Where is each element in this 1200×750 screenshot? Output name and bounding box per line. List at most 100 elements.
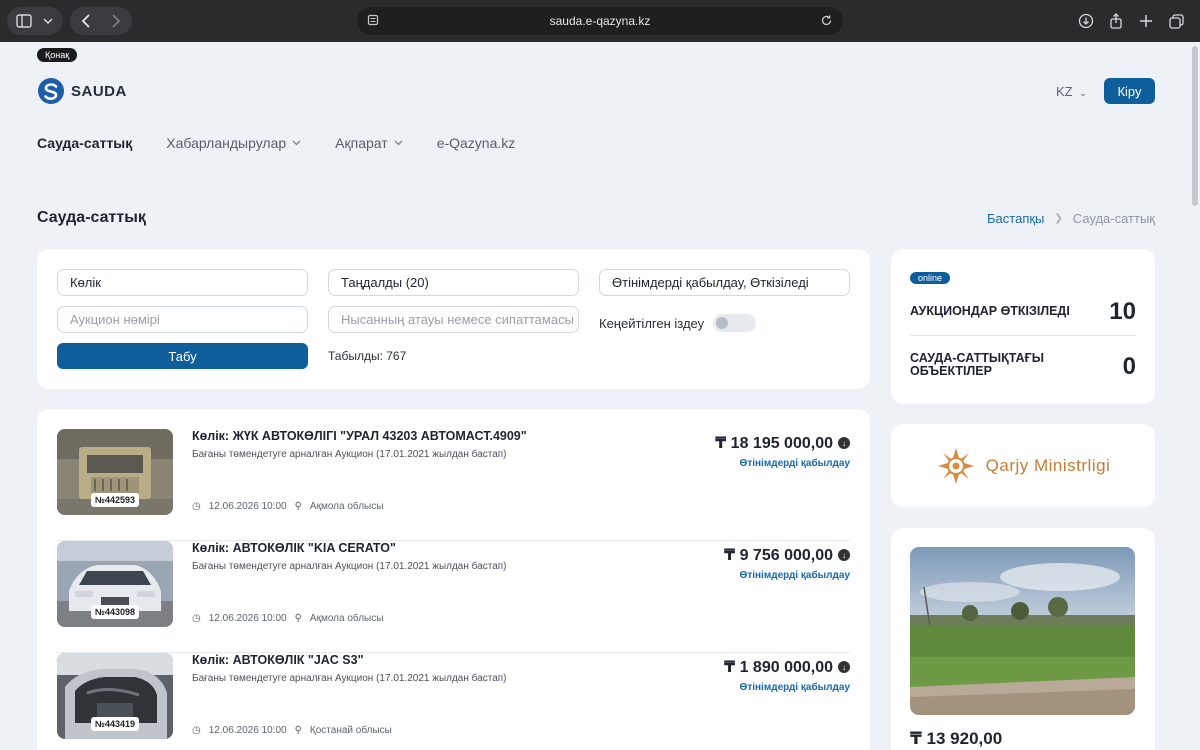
auctions-label: АУКЦИОНДАР ӨТКІЗІЛЕДІ: [910, 304, 1070, 318]
advanced-search-toggle[interactable]: [713, 314, 756, 332]
back-icon[interactable]: [72, 7, 100, 35]
subcategory-select[interactable]: Таңдалды (20): [328, 269, 579, 296]
page-title: Сауда-саттық: [37, 209, 146, 226]
lot-datetime: 12.06.2026 10:00: [208, 501, 287, 512]
lot-price: ₸ 9 756 000,00 ↓: [724, 545, 850, 565]
lot-item[interactable]: №443419 Көлік: АВТОКӨЛІК "JAC S3" Бағаны…: [57, 653, 850, 750]
lot-item[interactable]: №442593 Көлік: ЖҮК АВТОКӨЛІГІ "УРАЛ 4320…: [57, 429, 850, 541]
lot-meta: ◷ 12.06.2026 10:00 ⚲ Ақмола облысы: [192, 501, 383, 512]
lot-title[interactable]: Көлік: АВТОКӨЛІК "KIA CERATO": [192, 541, 396, 555]
ministry-text: Qarjy Ministrligi: [985, 455, 1111, 475]
url-text: sauda.e-qazyna.kz: [549, 14, 651, 28]
tab-overview-icon[interactable]: [1162, 7, 1190, 35]
lot-number-badge: №443098: [91, 605, 140, 619]
nav-label: Сауда-саттық: [37, 135, 133, 151]
auctions-count: 10: [1109, 298, 1136, 325]
page-scrollbar[interactable]: [1192, 46, 1198, 206]
ministry-banner[interactable]: Qarjy Ministrligi: [891, 424, 1155, 507]
nav-item-eqazyna[interactable]: e-Qazyna.kz: [437, 135, 516, 151]
ministry-emblem-icon: [937, 447, 974, 484]
language-label: KZ: [1056, 84, 1073, 99]
lot-number-badge: №442593: [91, 493, 140, 507]
clock-icon: ◷: [192, 725, 201, 736]
lot-item[interactable]: №443098 Көлік: АВТОКӨЛІК "KIA CERATO" Ба…: [57, 541, 850, 653]
login-button[interactable]: Кіру: [1104, 78, 1155, 104]
lot-status: Өтінімдерді қабылдау: [739, 570, 850, 581]
divider: [910, 335, 1136, 336]
lot-auction-type: Бағаны төмендетуге арналған Аукцион (17.…: [192, 449, 507, 460]
nav-item-information[interactable]: Ақпарат: [335, 135, 403, 151]
results-count: Табылды: 767: [328, 349, 407, 363]
nav-item-announcements[interactable]: Хабарландырулар: [166, 135, 301, 151]
lot-price: ₸ 1 890 000,00 ↓: [724, 657, 850, 677]
filter-panel: Көлік Таңдалды (20) Өтінімдерді қабылдау…: [37, 249, 870, 389]
share-icon[interactable]: [1102, 7, 1130, 35]
lot-datetime: 12.06.2026 10:00: [208, 725, 287, 736]
lot-price-value: ₸ 18 195 000,00: [715, 435, 833, 452]
download-icon[interactable]: ↓: [838, 437, 850, 449]
lot-number-badge: №443419: [91, 717, 140, 731]
nav-item-trading[interactable]: Сауда-саттық: [37, 135, 132, 151]
chevron-down-icon[interactable]: [34, 7, 62, 35]
sauda-logo-icon: [38, 78, 64, 104]
download-icon[interactable]: ↓: [838, 549, 850, 561]
guest-badge: Қонақ: [37, 48, 78, 62]
lot-price: ₸ 18 195 000,00 ↓: [715, 433, 850, 453]
stats-panel: online АУКЦИОНДАР ӨТКІЗІЛЕДІ 10 САУДА-СА…: [891, 249, 1155, 404]
download-icon[interactable]: [1072, 7, 1100, 35]
promo-image-field[interactable]: [910, 547, 1135, 715]
promo-card[interactable]: ₸ 13 920,00: [891, 528, 1155, 750]
nav-label: Хабарландырулар: [166, 135, 287, 151]
status-select[interactable]: Өтінімдерді қабылдау, Өткізіледі: [599, 269, 850, 296]
lot-region: Ақмола облысы: [309, 613, 384, 624]
lot-list: №442593 Көлік: ЖҮК АВТОКӨЛІГІ "УРАЛ 4320…: [37, 409, 870, 750]
lot-auction-type: Бағаны төмендетуге арналған Аукцион (17.…: [192, 561, 507, 572]
new-tab-icon[interactable]: [1132, 7, 1160, 35]
lot-price-value: ₸ 9 756 000,00: [724, 547, 833, 564]
download-icon[interactable]: ↓: [838, 661, 850, 673]
lot-status: Өтінімдерді қабылдау: [739, 682, 850, 693]
clock-icon: ◷: [192, 613, 201, 624]
lot-region: Ақмола облысы: [309, 501, 384, 512]
clock-icon: ◷: [192, 501, 201, 512]
location-pin-icon: ⚲: [294, 501, 302, 512]
lot-auction-type: Бағаны төмендетуге арналған Аукцион (17.…: [192, 673, 507, 684]
page-settings-icon[interactable]: [367, 14, 379, 29]
objects-count: 0: [1122, 353, 1136, 380]
browser-toolbar: sauda.e-qazyna.kz: [0, 0, 1200, 42]
lot-price-value: ₸ 1 890 000,00: [724, 659, 833, 676]
online-badge: online: [910, 272, 951, 284]
lot-title[interactable]: Көлік: ЖҮК АВТОКӨЛІГІ "УРАЛ 43203 АВТОМА…: [192, 429, 527, 443]
forward-icon[interactable]: [102, 7, 130, 35]
nav-label: e-Qazyna.kz: [436, 135, 516, 151]
location-pin-icon: ⚲: [294, 725, 302, 736]
auction-number-input[interactable]: Аукцион нөмірі: [57, 306, 308, 333]
chevron-down-icon: [292, 138, 301, 149]
object-search-input[interactable]: Нысанның атауы немесе сипаттамасы: [328, 306, 579, 333]
promo-price: ₸ 13 920,00: [910, 729, 1003, 748]
lot-meta: ◷ 12.06.2026 10:00 ⚲ Ақмола облысы: [192, 613, 383, 624]
lot-title[interactable]: Көлік: АВТОКӨЛІК "JAC S3": [192, 653, 364, 667]
breadcrumb-home-link[interactable]: Бастапқы: [987, 211, 1044, 226]
location-pin-icon: ⚲: [294, 613, 302, 624]
lot-datetime: 12.06.2026 10:00: [208, 613, 287, 624]
chevron-down-icon: [394, 138, 403, 149]
search-button[interactable]: Табу: [57, 343, 308, 369]
chevron-right-icon: ❯: [1054, 213, 1063, 224]
breadcrumb-current: Сауда-саттық: [1072, 211, 1155, 226]
nav-label: Ақпарат: [335, 135, 388, 151]
lot-region: Қостанай облысы: [309, 725, 392, 736]
site-logo[interactable]: SAUDA: [37, 62, 203, 120]
reload-icon[interactable]: [820, 14, 833, 30]
language-selector[interactable]: KZ ⌄: [1056, 84, 1087, 99]
objects-label: САУДА-САТТЫҚТАҒЫ ОБЪЕКТІЛЕР: [910, 351, 1044, 378]
chevron-down-icon: ⌄: [1079, 88, 1087, 98]
address-bar[interactable]: sauda.e-qazyna.kz: [357, 7, 843, 35]
main-nav: Сауда-саттық Хабарландырулар Ақпарат e-Q…: [37, 135, 549, 151]
logo-text: SAUDA: [71, 82, 127, 100]
lot-meta: ◷ 12.06.2026 10:00 ⚲ Қостанай облысы: [192, 725, 392, 736]
advanced-search-label: Кеңейтілген іздеу: [599, 316, 705, 331]
breadcrumb: Бастапқы ❯ Сауда-саттық: [987, 211, 1155, 226]
lot-status: Өтінімдерді қабылдау: [739, 458, 850, 469]
category-select[interactable]: Көлік: [57, 269, 308, 296]
